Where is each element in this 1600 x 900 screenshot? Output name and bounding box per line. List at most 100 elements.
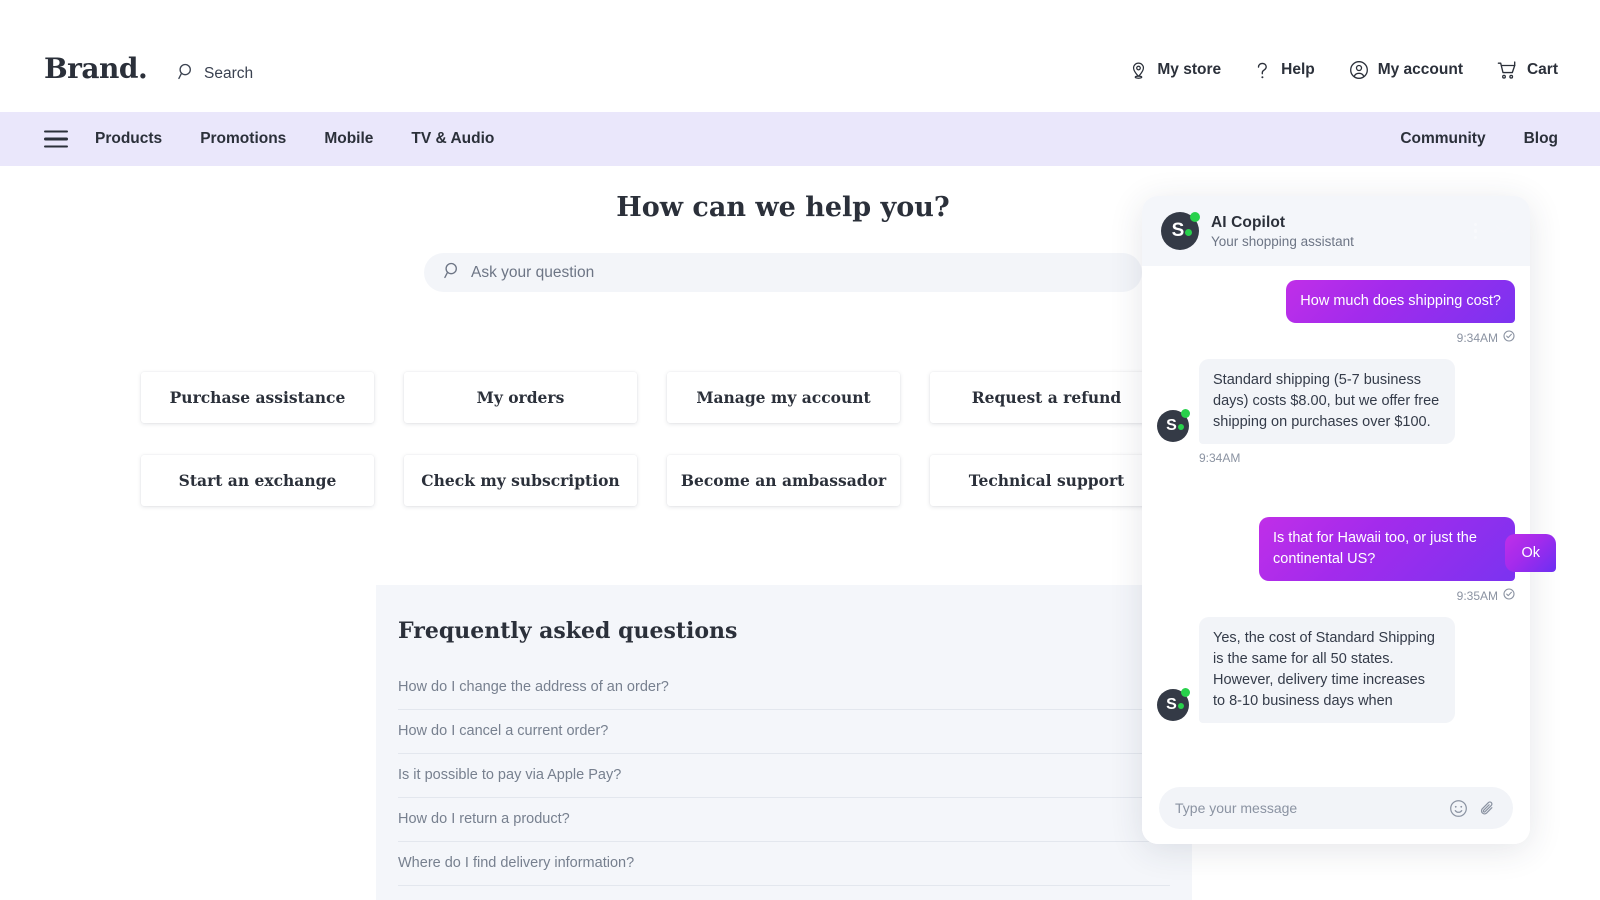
card-start-an-exchange[interactable]: Start an exchange — [141, 455, 374, 506]
nav-item-promotions[interactable]: Promotions — [181, 130, 305, 148]
faq-item[interactable]: Where do I find delivery information? — [398, 842, 1170, 886]
card-request-a-refund[interactable]: Request a refund — [930, 372, 1163, 423]
user-circle-icon — [1349, 60, 1369, 80]
message-meta: 9:34AM — [1199, 451, 1240, 465]
message-row-user: How much does shipping cost? 9:34AM — [1157, 280, 1515, 345]
search-icon — [178, 63, 195, 85]
chevron-down-icon[interactable] — [1495, 222, 1512, 240]
avatar: S — [1157, 410, 1189, 442]
header-link-help[interactable]: Help — [1255, 61, 1315, 80]
nav-item-community[interactable]: Community — [1381, 130, 1504, 148]
avatar-letter: S — [1166, 697, 1177, 713]
question-search-input[interactable]: Ask your question — [424, 253, 1142, 292]
help-center-page: Brand. Search My store — [0, 0, 1600, 900]
online-status-dot — [1181, 409, 1190, 418]
shopping-cart-icon — [1497, 61, 1518, 80]
kebab-dot — [1474, 236, 1477, 239]
message-bubble: Yes, the cost of Standard Shipping is th… — [1199, 617, 1455, 723]
card-purchase-assistance[interactable]: Purchase assistance — [141, 372, 374, 423]
kebab-dot — [1474, 229, 1477, 232]
message-row-user: Is that for Hawaii too, or just the cont… — [1157, 517, 1515, 603]
card-become-an-ambassador[interactable]: Become an ambassador — [667, 455, 900, 506]
chat-header: S AI Copilot Your shopping assistant — [1142, 196, 1530, 266]
site-header: Brand. Search My store — [0, 0, 1600, 112]
card-my-orders[interactable]: My orders — [404, 372, 637, 423]
message-timestamp: 9:35AM — [1457, 589, 1498, 603]
message-timestamp: 9:34AM — [1199, 451, 1240, 465]
faq-section: Frequently asked questions How do I chan… — [376, 585, 1192, 900]
online-status-dot — [1181, 688, 1190, 697]
message-row-bot: S Yes, the cost of Standard Shipping is … — [1157, 617, 1515, 723]
avatar: S — [1161, 212, 1199, 250]
faq-item[interactable]: How do I change the address of an order? — [398, 666, 1170, 710]
brand-logo[interactable]: Brand. — [44, 52, 147, 85]
burger-line — [44, 145, 68, 147]
header-search[interactable]: Search — [178, 63, 253, 85]
nav-item-products[interactable]: Products — [95, 130, 181, 148]
card-technical-support[interactable]: Technical support — [930, 455, 1163, 506]
chat-agent-name: AI Copilot — [1211, 214, 1354, 232]
header-search-label: Search — [204, 65, 253, 83]
chat-widget: S AI Copilot Your shopping assistant — [1142, 196, 1530, 844]
nav-right-items: Community Blog — [1381, 130, 1558, 148]
message-bubble: Is that for Hawaii too, or just the cont… — [1259, 517, 1515, 581]
avatar-letter: S — [1166, 418, 1177, 434]
accent-dot — [1185, 229, 1192, 236]
message-bubble: How much does shipping cost? — [1286, 280, 1515, 323]
message-timestamp: 9:34AM — [1457, 331, 1498, 345]
search-icon — [444, 262, 461, 284]
message-input[interactable]: Type your message — [1159, 787, 1513, 829]
question-mark-icon — [1255, 61, 1272, 80]
spacer — [1157, 465, 1515, 479]
message-meta: 9:34AM — [1457, 330, 1515, 345]
faq-item[interactable]: I have not yet received my order. — [398, 886, 1170, 900]
avatar-letter: S — [1172, 221, 1185, 240]
nav-item-mobile[interactable]: Mobile — [305, 130, 392, 148]
more-options-icon[interactable] — [1474, 223, 1477, 239]
card-check-my-subscription[interactable]: Check my subscription — [404, 455, 637, 506]
hamburger-menu-icon[interactable] — [44, 131, 68, 148]
avatar: S — [1157, 689, 1189, 721]
online-status-dot — [1190, 212, 1200, 222]
nav-item-blog[interactable]: Blog — [1505, 130, 1558, 148]
header-link-label: Cart — [1527, 61, 1558, 79]
faq-item[interactable]: How do I return a product? — [398, 798, 1170, 842]
header-links: My store Help — [1129, 60, 1558, 80]
chat-header-actions — [1474, 222, 1512, 240]
bot-message-wrap: S Standard shipping (5-7 business days) … — [1157, 359, 1455, 444]
paperclip-icon[interactable] — [1478, 799, 1497, 818]
location-pin-icon — [1129, 61, 1148, 80]
header-link-label: Help — [1281, 61, 1315, 79]
message-input-placeholder: Type your message — [1175, 800, 1439, 816]
spacer — [1157, 603, 1515, 617]
bot-message-wrap: S Yes, the cost of Standard Shipping is … — [1157, 617, 1455, 723]
message-bubble-ok: Ok — [1505, 534, 1556, 572]
faq-item[interactable]: Is it possible to pay via Apple Pay? — [398, 754, 1170, 798]
accent-dot — [1178, 703, 1184, 709]
faq-title: Frequently asked questions — [398, 618, 1170, 644]
message-row-bot: S Standard shipping (5-7 business days) … — [1157, 359, 1515, 465]
burger-line — [44, 138, 68, 140]
header-link-label: My store — [1157, 61, 1221, 79]
check-circle-icon — [1503, 588, 1515, 603]
nav-left-items: Products Promotions Mobile TV & Audio — [95, 130, 513, 148]
nav-item-tv-audio[interactable]: TV & Audio — [392, 130, 513, 148]
faq-item[interactable]: How do I cancel a current order? — [398, 710, 1170, 754]
header-link-my-account[interactable]: My account — [1349, 60, 1463, 80]
smiley-icon[interactable] — [1449, 799, 1468, 818]
main-navigation: Products Promotions Mobile TV & Audio Co… — [0, 112, 1600, 166]
header-link-label: My account — [1378, 61, 1463, 79]
kebab-dot — [1474, 223, 1477, 226]
message-meta: 9:35AM — [1457, 588, 1515, 603]
header-link-cart[interactable]: Cart — [1497, 61, 1558, 80]
chat-identity: AI Copilot Your shopping assistant — [1211, 214, 1354, 249]
spacer — [1157, 345, 1515, 359]
question-search-placeholder: Ask your question — [471, 264, 594, 282]
chat-message-list[interactable]: How much does shipping cost? 9:34AM — [1142, 266, 1530, 844]
chat-composer: Type your message — [1142, 772, 1530, 844]
card-manage-my-account[interactable]: Manage my account — [667, 372, 900, 423]
burger-line — [44, 131, 68, 133]
chat-agent-subtitle: Your shopping assistant — [1211, 234, 1354, 249]
check-circle-icon — [1503, 330, 1515, 345]
header-link-my-store[interactable]: My store — [1129, 61, 1221, 80]
